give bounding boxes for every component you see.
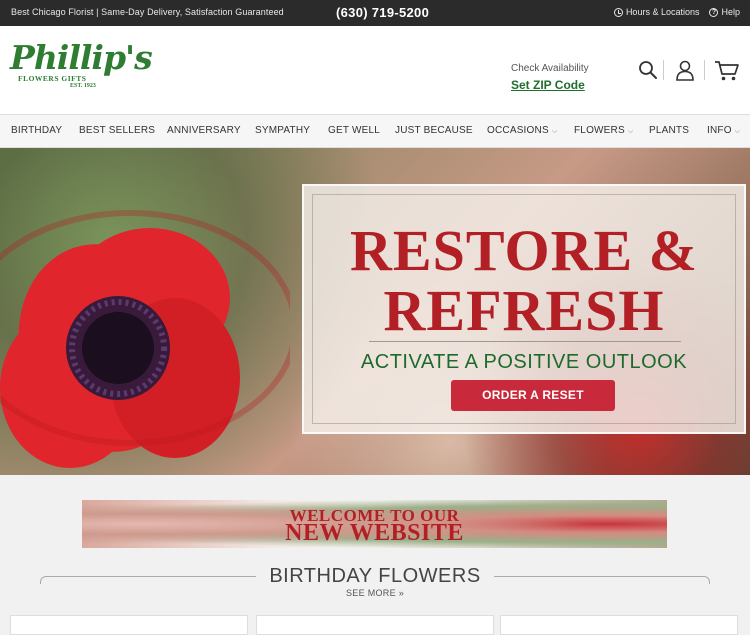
product-card[interactable]: [256, 615, 494, 635]
hero-title-line1: RESTORE &: [350, 218, 698, 283]
help-link[interactable]: ? Help: [709, 7, 740, 17]
help-label: Help: [721, 7, 740, 17]
top-bar: Best Chicago Florist | Same-Day Delivery…: [0, 0, 750, 26]
top-links: Hours & Locations ? Help: [613, 7, 740, 17]
hero-panel-frame: RESTORE & REFRESH ACTIVATE A POSITIVE OU…: [312, 194, 736, 424]
nav-plants[interactable]: PLANTS: [649, 125, 689, 136]
chevron-down-icon: ⌵: [734, 128, 741, 135]
nav-label: BEST SELLERS: [79, 125, 156, 136]
nav-label: SYMPATHY: [255, 125, 311, 136]
nav-label: JUST BECAUSE: [395, 125, 473, 136]
search-icon[interactable]: [638, 60, 658, 85]
main-nav: BIRTHDAY BEST SELLERS ANNIVERSARY SYMPAT…: [0, 115, 750, 148]
nav-label: FLOWERS: [574, 125, 625, 136]
tagline: Best Chicago Florist | Same-Day Delivery…: [11, 7, 284, 17]
nav-sympathy[interactable]: SYMPATHY: [255, 125, 310, 136]
nav-label: PLANTS: [649, 125, 690, 136]
clock-icon: [613, 7, 623, 17]
site-header: Phillip's FLOWERS GIFTS EST. 1923 Check …: [0, 26, 750, 115]
anemone-flower-image: [0, 210, 290, 468]
section-title: BIRTHDAY FLOWERS: [269, 565, 481, 587]
hero-promo-panel: RESTORE & REFRESH ACTIVATE A POSITIVE OU…: [302, 184, 746, 434]
hero-divider: [369, 341, 681, 342]
nav-info[interactable]: INFO ⌵: [707, 125, 740, 136]
set-zip-link[interactable]: Set ZIP Code: [511, 78, 589, 92]
header-divider: [704, 60, 705, 80]
order-reset-button[interactable]: ORDER A RESET: [451, 380, 615, 411]
nav-birthday[interactable]: BIRTHDAY: [11, 125, 62, 136]
nav-label: INFO: [707, 125, 732, 136]
nav-label: ANNIVERSARY: [167, 125, 241, 136]
welcome-line2: NEW WEBSITE: [285, 520, 464, 546]
chevron-down-icon: ⌵: [627, 128, 634, 135]
nav-get-well[interactable]: GET WELL: [328, 125, 380, 136]
section-divider-right: [494, 576, 710, 584]
nav-label: GET WELL: [328, 125, 380, 136]
zip-availability: Check Availability Set ZIP Code: [511, 58, 589, 92]
cart-icon[interactable]: [714, 60, 740, 87]
product-card[interactable]: [10, 615, 248, 635]
hero-subtitle: ACTIVATE A POSITIVE OUTLOOK: [360, 351, 688, 373]
see-more-link[interactable]: SEE MORE »: [0, 588, 750, 598]
logo-established: EST. 1923: [70, 83, 96, 89]
nav-best-sellers[interactable]: BEST SELLERS: [79, 125, 155, 136]
header-divider: [663, 60, 664, 80]
nav-just-because[interactable]: JUST BECAUSE: [395, 125, 473, 136]
account-icon[interactable]: [675, 60, 695, 87]
help-icon: ?: [709, 7, 719, 17]
phone-number[interactable]: (630) 719-5200: [336, 5, 429, 20]
section-divider-left: [40, 576, 256, 584]
hours-locations-label: Hours & Locations: [625, 7, 700, 17]
nav-flowers[interactable]: FLOWERS ⌵: [574, 125, 633, 136]
welcome-banner[interactable]: WELCOME TO OUR NEW WEBSITE: [82, 500, 667, 548]
product-card[interactable]: [500, 615, 738, 635]
nav-label: OCCASIONS: [487, 125, 549, 136]
hero-title-line2: REFRESH: [383, 278, 665, 343]
chevron-down-icon: ⌵: [551, 128, 558, 135]
nav-label: BIRTHDAY: [11, 125, 63, 136]
logo-wordmark: Phillip's: [10, 38, 153, 77]
zip-label: Check Availability: [511, 63, 589, 74]
logo[interactable]: Phillip's FLOWERS GIFTS EST. 1923: [10, 38, 153, 103]
nav-anniversary[interactable]: ANNIVERSARY: [167, 125, 241, 136]
hero-banner[interactable]: RESTORE & REFRESH ACTIVATE A POSITIVE OU…: [0, 148, 750, 475]
nav-occasions[interactable]: OCCASIONS ⌵: [487, 125, 557, 136]
hours-locations-link[interactable]: Hours & Locations: [613, 7, 700, 17]
